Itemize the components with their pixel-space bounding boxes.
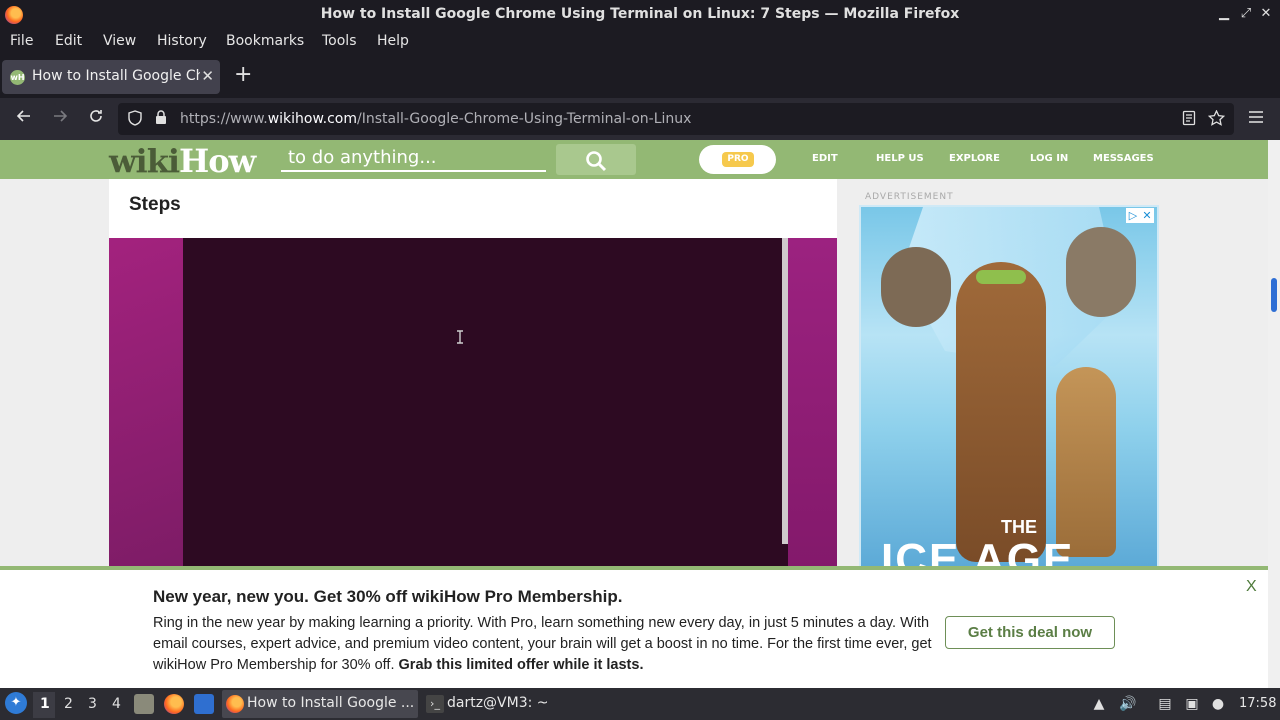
logo-wiki: wiki [109, 142, 180, 180]
advertisement-banner[interactable]: THE ICE AGE ▷ ✕ [859, 205, 1159, 575]
ad-choices[interactable]: ▷ ✕ [1126, 208, 1154, 223]
tracking-shield-icon[interactable] [126, 110, 144, 128]
ad-character-mammoth-2 [1066, 227, 1136, 317]
navigation-bar: https://www.wikihow.com/Install-Google-C… [0, 98, 1280, 140]
video-terminal-window [183, 238, 788, 568]
video-desktop-left [109, 238, 183, 568]
promo-close-button[interactable]: X [1246, 578, 1257, 596]
nav-messages[interactable]: MESSAGES [1093, 153, 1154, 164]
clipboard-icon[interactable]: ▤ [1156, 695, 1174, 713]
minimize-button[interactable]: ▁ [1216, 5, 1232, 23]
nav-edit[interactable]: EDIT [812, 153, 838, 164]
wikihow-logo[interactable]: wikiHow [109, 142, 256, 180]
nav-help-us[interactable]: HELP US [876, 153, 924, 164]
menu-bar: File Edit View History Bookmarks Tools H… [0, 30, 1280, 54]
wikihow-favicon-icon: wH [10, 70, 25, 85]
file-manager-launcher-icon[interactable] [134, 694, 154, 714]
app-menu-button[interactable] [1245, 108, 1267, 130]
steps-heading: Steps [129, 194, 181, 215]
page-scrollbar[interactable] [1268, 140, 1280, 688]
tab-title: How to Install Google Chrome Using Termi… [32, 68, 200, 84]
arrow-left-icon [16, 110, 30, 122]
hamburger-icon [1249, 111, 1263, 123]
menu-help[interactable]: Help [377, 33, 409, 49]
desktop-launcher-icon[interactable] [194, 694, 214, 714]
firefox-launcher-icon[interactable] [164, 694, 184, 714]
ad-close-icon[interactable]: ✕ [1140, 208, 1154, 223]
display-icon[interactable]: ▣ [1183, 695, 1201, 713]
nav-log-in[interactable]: LOG IN [1030, 153, 1068, 164]
pro-button[interactable]: PRO [699, 145, 776, 174]
arrow-right-icon [54, 110, 68, 122]
tab-strip: wH How to Install Google Chrome Using Te… [0, 56, 1280, 98]
tab-close-icon[interactable]: ✕ [201, 67, 214, 85]
tab-active[interactable]: wH How to Install Google Chrome Using Te… [2, 60, 220, 94]
restore-button[interactable]: ⤢ [1238, 5, 1254, 23]
workspace-1[interactable]: 1 [40, 696, 50, 712]
promo-banner: New year, new you. Get 30% off wikiHow P… [0, 566, 1268, 688]
ad-eyepatch [976, 270, 1026, 284]
workspace-4[interactable]: 4 [112, 696, 121, 712]
promo-body: Ring in the new year by making learning … [153, 613, 943, 676]
page-scrollbar-thumb[interactable] [1271, 278, 1277, 312]
video-desktop-right [788, 238, 837, 568]
tray-upload-icon[interactable]: ▲ [1090, 695, 1108, 713]
lock-icon[interactable] [152, 110, 170, 128]
bookmark-star-icon[interactable] [1207, 109, 1225, 128]
close-window-button[interactable]: ✕ [1258, 5, 1274, 23]
task-firefox-label: How to Install Google ... [247, 695, 415, 711]
get-deal-button[interactable]: Get this deal now [945, 616, 1115, 649]
workspace-2[interactable]: 2 [64, 696, 73, 712]
reload-button[interactable] [85, 108, 107, 130]
url-bar[interactable]: https://www.wikihow.com/Install-Google-C… [118, 103, 1234, 135]
text-cursor-icon [457, 330, 463, 344]
notification-icon[interactable]: ● [1209, 695, 1227, 713]
window-titlebar: How to Install Google Chrome Using Termi… [0, 0, 1280, 30]
taskbar: ✦ 1 2 3 4 How to Install Google ... ›_ d… [0, 688, 1280, 720]
clock: 17:58 [1239, 696, 1277, 711]
menu-bookmarks[interactable]: Bookmarks [226, 33, 304, 49]
nav-explore[interactable]: EXPLORE [949, 153, 1000, 164]
search-placeholder: to do anything... [288, 147, 437, 168]
workspace-3[interactable]: 3 [88, 696, 97, 712]
task-firefox[interactable]: How to Install Google ... [222, 690, 418, 718]
menu-history[interactable]: History [157, 33, 207, 49]
task-terminal[interactable]: ›_ dartz@VM3: ~ [422, 690, 562, 718]
url-domain: wikihow.com [267, 111, 357, 127]
menu-file[interactable]: File [10, 33, 33, 49]
advertisement-label: ADVERTISEMENT [865, 192, 954, 202]
start-menu-icon[interactable]: ✦ [5, 692, 27, 714]
menu-view[interactable]: View [103, 33, 136, 49]
ad-character-meerkat [1056, 367, 1116, 557]
search-icon [586, 151, 607, 172]
search-button[interactable] [556, 144, 636, 175]
logo-how: How [179, 142, 256, 180]
ad-character-mammoth [881, 247, 951, 327]
promo-body-bold: Grab this limited offer while it lasts. [398, 657, 644, 673]
url-text[interactable]: https://www.wikihow.com/Install-Google-C… [180, 111, 691, 127]
task-terminal-label: dartz@VM3: ~ [447, 695, 549, 711]
search-input[interactable]: to do anything... [281, 146, 546, 172]
window-title: How to Install Google Chrome Using Termi… [320, 6, 960, 22]
forward-button[interactable] [49, 108, 71, 130]
step-video[interactable] [109, 238, 837, 568]
pro-badge: PRO [722, 152, 754, 167]
new-tab-button[interactable]: + [234, 64, 252, 86]
ad-info-icon[interactable]: ▷ [1126, 208, 1140, 223]
terminal-icon: ›_ [426, 695, 444, 713]
url-prefix: https://www. [180, 111, 268, 127]
menu-tools[interactable]: Tools [322, 33, 357, 49]
wikihow-header: wikiHow to do anything... PRO EDIT HELP … [0, 140, 1268, 180]
url-path: /Install-Google-Chrome-Using-Terminal-on… [357, 111, 692, 127]
firefox-task-icon [226, 695, 244, 713]
promo-title: New year, new you. Get 30% off wikiHow P… [153, 587, 623, 606]
reload-icon [90, 110, 102, 122]
reader-view-icon[interactable] [1180, 110, 1198, 128]
menu-edit[interactable]: Edit [55, 33, 82, 49]
back-button[interactable] [13, 108, 35, 130]
volume-icon[interactable]: 🔊 [1119, 695, 1137, 713]
